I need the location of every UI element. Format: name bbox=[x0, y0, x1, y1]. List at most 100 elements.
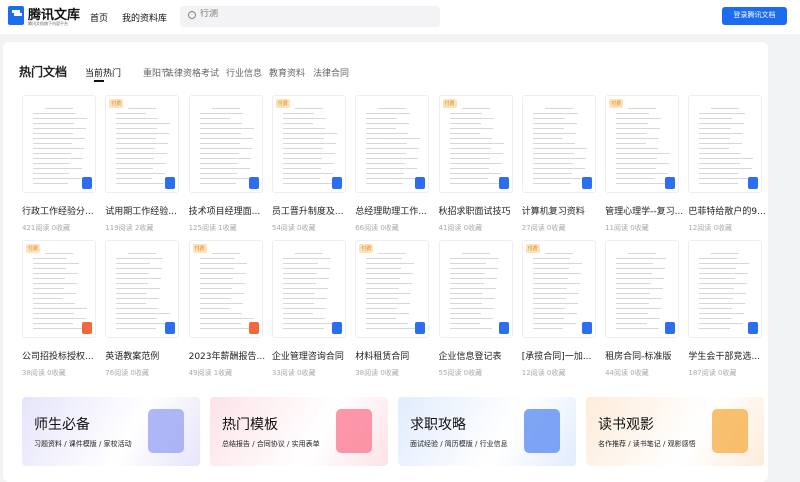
doc-card[interactable]: 付费 2023年薪酬报告... 49阅读 1收藏 bbox=[188, 240, 265, 378]
doc-thumbnail[interactable]: 付费 bbox=[271, 95, 346, 193]
doc-card[interactable]: 付费 材料租赁合同 38阅读 0收藏 bbox=[355, 240, 430, 378]
doc-title[interactable]: 秋招求职面试技巧 bbox=[439, 204, 519, 217]
doc-title[interactable]: 总经理助理工作... bbox=[355, 204, 435, 217]
banner-illustration-icon bbox=[712, 409, 748, 453]
doc-thumbnail[interactable] bbox=[688, 240, 763, 338]
doc-thumbnail[interactable]: 付费 bbox=[605, 95, 680, 193]
doc-title[interactable]: 2023年薪酬报告... bbox=[189, 349, 269, 362]
word-file-icon bbox=[748, 322, 759, 334]
doc-stats: 119阅读 2收藏 bbox=[105, 224, 154, 232]
category-banner[interactable]: 读书观影 名作推荐 / 读书笔记 / 观影感悟 bbox=[586, 397, 764, 466]
doc-thumbnail[interactable]: 付费 bbox=[22, 240, 96, 338]
doc-title[interactable]: 企业管理咨询合同 bbox=[272, 349, 352, 362]
doc-thumbnail[interactable] bbox=[605, 240, 680, 338]
paid-badge: 付费 bbox=[359, 244, 374, 253]
doc-card[interactable]: 计算机复习资料 27阅读 0收藏 bbox=[521, 95, 596, 233]
tab-3[interactable]: 行业信息 bbox=[226, 66, 262, 79]
doc-title[interactable]: 学生会干部竞选... bbox=[688, 349, 768, 362]
tab-5[interactable]: 法律合同 bbox=[313, 66, 349, 79]
word-file-icon bbox=[165, 322, 176, 334]
banner-subtitle: 名作推荐 / 读书笔记 / 观影感悟 bbox=[598, 440, 696, 448]
word-file-icon bbox=[415, 322, 426, 334]
word-file-icon bbox=[248, 177, 259, 189]
doc-title[interactable]: 员工晋升制度及... bbox=[272, 204, 352, 217]
doc-title[interactable]: [承揽合同]一加... bbox=[522, 349, 602, 362]
category-banner[interactable]: 热门模板 总结报告 / 合同协议 / 实用表单 bbox=[210, 397, 388, 466]
login-button[interactable]: 登录腾讯文档 bbox=[722, 7, 787, 25]
doc-card[interactable]: 付费 管理心理学--复习... 11阅读 0收藏 bbox=[605, 95, 683, 233]
doc-title[interactable]: 管理心理学--复习... bbox=[605, 204, 685, 217]
tencent-wenku-logo-icon[interactable] bbox=[8, 6, 24, 25]
tab-2[interactable]: 法律资格考试 bbox=[165, 66, 219, 79]
doc-thumbnail[interactable] bbox=[355, 95, 430, 193]
doc-title[interactable]: 公司招投标授权... bbox=[22, 349, 102, 362]
doc-card[interactable]: 付费 [承揽合同]一加... 12阅读 0收藏 bbox=[521, 240, 596, 378]
nav-home[interactable]: 首页 bbox=[90, 11, 108, 24]
doc-title[interactable]: 巴菲特给散户的9... bbox=[688, 204, 768, 217]
banner-illustration-icon bbox=[524, 409, 560, 453]
doc-card[interactable]: 总经理助理工作... 66阅读 0收藏 bbox=[355, 95, 430, 233]
search-icon bbox=[188, 11, 196, 19]
doc-card[interactable]: 企业管理咨询合同 33阅读 0收藏 bbox=[271, 240, 346, 378]
doc-card[interactable]: 巴菲特给散户的9... 12阅读 0收藏 bbox=[688, 95, 766, 233]
doc-title[interactable]: 行政工作经验分... bbox=[22, 204, 102, 217]
word-file-icon bbox=[415, 177, 426, 189]
doc-card[interactable]: 付费 试用期工作经验... 119阅读 2收藏 bbox=[105, 95, 180, 233]
word-file-icon bbox=[331, 177, 342, 189]
doc-card[interactable]: 付费 员工晋升制度及... 54阅读 0收藏 bbox=[271, 95, 346, 233]
paid-badge: 付费 bbox=[442, 99, 457, 108]
pdf-file-icon bbox=[82, 322, 92, 334]
doc-card[interactable]: 企业信息登记表 55阅读 0收藏 bbox=[438, 240, 513, 378]
doc-thumbnail[interactable] bbox=[188, 95, 263, 193]
doc-card[interactable]: 学生会干部竞选... 187阅读 0收藏 bbox=[688, 240, 763, 378]
doc-card[interactable]: 付费 秋招求职面试技巧 41阅读 0收藏 bbox=[438, 95, 513, 233]
word-file-icon bbox=[498, 322, 509, 334]
doc-stats: 41阅读 0收藏 bbox=[438, 224, 483, 232]
doc-thumbnail[interactable] bbox=[688, 95, 763, 193]
doc-title[interactable]: 计算机复习资料 bbox=[522, 204, 602, 217]
doc-title[interactable]: 试用期工作经验... bbox=[105, 204, 185, 217]
nav-my-library[interactable]: 我的资料库 bbox=[122, 11, 167, 24]
search-box[interactable] bbox=[180, 6, 440, 27]
top-header: 腾讯文库 腾讯文档旗下内容平台 首页 我的资料库 登录腾讯文档 bbox=[0, 0, 800, 34]
doc-title[interactable]: 企业信息登记表 bbox=[439, 349, 519, 362]
doc-thumbnail[interactable] bbox=[438, 240, 513, 338]
word-file-icon bbox=[165, 177, 176, 189]
doc-thumbnail[interactable]: 付费 bbox=[355, 240, 430, 338]
doc-stats: 187阅读 0收藏 bbox=[688, 369, 737, 377]
doc-thumbnail[interactable]: 付费 bbox=[438, 95, 513, 193]
doc-title[interactable]: 英语教案范例 bbox=[105, 349, 185, 362]
doc-thumbnail[interactable] bbox=[521, 95, 596, 193]
banner-title: 热门模板 bbox=[222, 417, 278, 433]
doc-title[interactable]: 租房合同-标准版 bbox=[605, 349, 685, 362]
doc-thumbnail[interactable] bbox=[22, 95, 96, 193]
section-title: 热门文档 bbox=[19, 65, 68, 79]
doc-thumbnail[interactable]: 付费 bbox=[521, 240, 596, 338]
doc-card[interactable]: 技术项目经理面... 125阅读 1收藏 bbox=[188, 95, 263, 233]
doc-card[interactable]: 英语教案范例 76阅读 0收藏 bbox=[105, 240, 180, 378]
doc-stats: 76阅读 0收藏 bbox=[105, 369, 149, 377]
doc-title[interactable]: 材料租赁合同 bbox=[355, 349, 435, 362]
tab-0[interactable]: 当前热门 bbox=[85, 66, 121, 82]
doc-card[interactable]: 行政工作经验分... 421阅读 0收藏 bbox=[22, 95, 96, 233]
word-file-icon bbox=[581, 322, 592, 334]
doc-stats: 421阅读 0收藏 bbox=[22, 224, 71, 232]
banner-illustration-icon bbox=[336, 409, 372, 453]
doc-title[interactable]: 技术项目经理面... bbox=[189, 204, 269, 217]
banner-subtitle: 总结报告 / 合同协议 / 实用表单 bbox=[222, 440, 320, 448]
doc-thumbnail[interactable]: 付费 bbox=[188, 240, 263, 338]
word-file-icon bbox=[665, 322, 676, 334]
search-input[interactable] bbox=[200, 9, 430, 19]
doc-thumbnail[interactable] bbox=[271, 240, 346, 338]
category-banner[interactable]: 求职攻略 面试经验 / 简历模版 / 行业信息 bbox=[398, 397, 576, 466]
doc-stats: 12阅读 0收藏 bbox=[521, 369, 566, 377]
doc-card[interactable]: 租房合同-标准版 44阅读 0收藏 bbox=[605, 240, 680, 378]
tab-4[interactable]: 教育资料 bbox=[269, 66, 305, 79]
category-banner[interactable]: 师生必备 习题资料 / 课件模版 / 家校活动 bbox=[22, 397, 200, 466]
doc-thumbnail[interactable]: 付费 bbox=[105, 95, 180, 193]
banner-title: 师生必备 bbox=[34, 417, 90, 433]
doc-card[interactable]: 付费 公司招投标授权... 38阅读 0收藏 bbox=[22, 240, 96, 378]
doc-stats: 12阅读 0收藏 bbox=[688, 224, 732, 232]
right-gutter bbox=[770, 34, 800, 476]
doc-thumbnail[interactable] bbox=[105, 240, 180, 338]
